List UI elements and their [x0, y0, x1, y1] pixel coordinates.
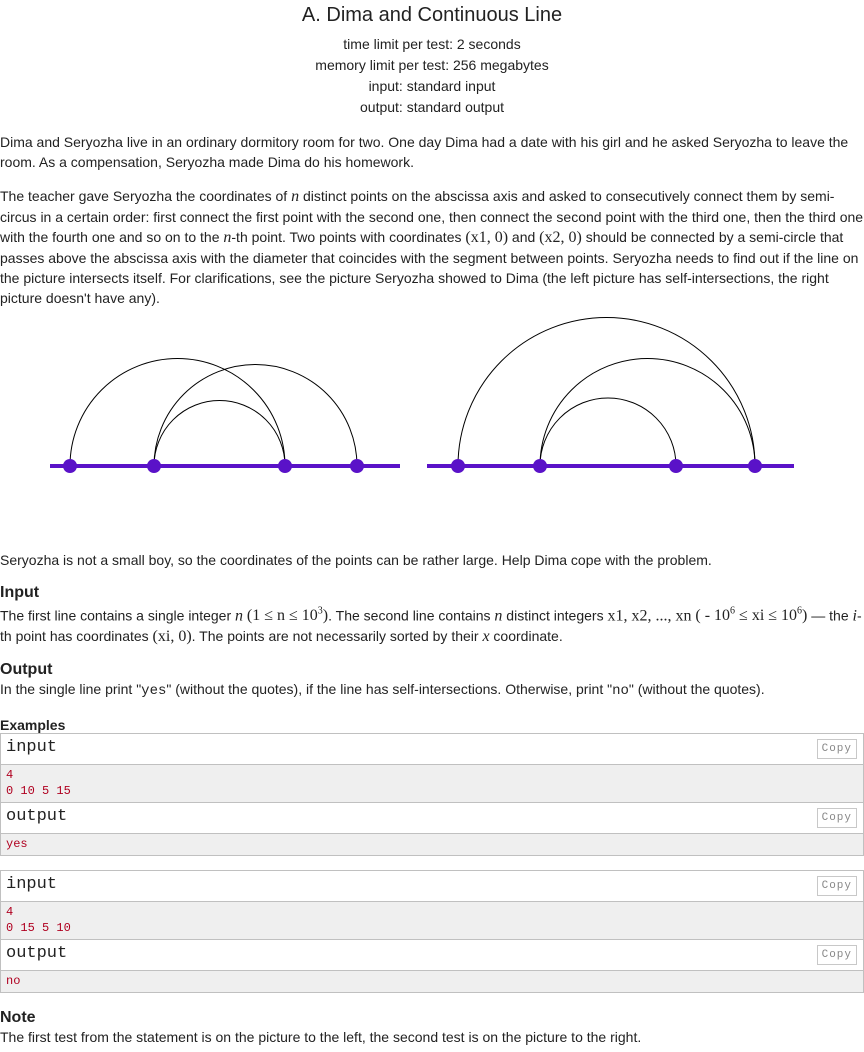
problem-title: A. Dima and Continuous Line [301, 4, 563, 26]
input-title: Input [0, 584, 40, 601]
right-semicircle [457, 317, 756, 467]
left-semicircle [69, 358, 286, 467]
time-limit: time limit per test: 2 seconds [343, 36, 521, 52]
right-point [451, 459, 465, 473]
statement-paragraph-3: Seryozha is not a small boy, so the coor… [0, 552, 712, 568]
example-1-input-text: 4 0 10 5 15 [1, 765, 863, 803]
statement-paragraph-2: The teacher gave Seryozha the coordinate… [0, 186, 864, 308]
example-2-output: output Copy no [1, 940, 863, 994]
example-1: input Copy 4 0 10 5 15 output Copy yes [0, 733, 864, 857]
example-2: input Copy 4 0 15 5 10 output Copy no [0, 870, 864, 994]
coord-1: (x1, 0) [465, 229, 509, 246]
n-constraint: (1 ≤ n ≤ 103) [246, 606, 329, 625]
left-point [63, 459, 77, 473]
left-point [350, 459, 364, 473]
right-point [669, 459, 683, 473]
semicircle-figure [0, 308, 864, 550]
x-constraint: ( - 106 ≤ xi ≤ 106) [695, 606, 808, 625]
left-point [278, 459, 292, 473]
right-point [748, 459, 762, 473]
copy-button[interactable]: Copy [816, 739, 857, 760]
left-point [147, 459, 161, 473]
copy-button[interactable]: Copy [816, 945, 857, 966]
input-label: input [6, 738, 58, 758]
right-semicircle [539, 358, 756, 467]
output-description: In the single line print "yes" (without … [0, 681, 765, 700]
left-semicircle [153, 364, 358, 467]
example-2-input-text: 4 0 15 5 10 [1, 902, 863, 940]
example-1-output: output Copy yes [1, 803, 863, 857]
right-point [533, 459, 547, 473]
problem-header: A. Dima and Continuous Line time limit p… [0, 0, 864, 118]
note-text: The first test from the statement is on … [0, 1029, 642, 1046]
left-semicircle [153, 400, 286, 467]
output-label: output [6, 944, 68, 964]
figure-svg [50, 317, 794, 473]
output-spec: output: standard output [360, 99, 504, 115]
coord-2: (x2, 0) [539, 229, 582, 246]
var-n: n [291, 188, 300, 205]
output-title: Output [0, 661, 53, 679]
copy-button[interactable]: Copy [816, 808, 857, 829]
example-1-output-text: yes [1, 834, 863, 856]
note-title: Note [0, 1009, 36, 1027]
example-2-output-text: no [1, 971, 863, 993]
p2-text-c: -th point. Two points with coordinates [231, 229, 466, 245]
input-spec: input: standard input [368, 78, 496, 94]
sequence: x1, x2, ..., xn [607, 607, 692, 625]
p2-text-a: The teacher gave Seryozha the coordinate… [0, 188, 292, 204]
output-label: output [6, 807, 68, 827]
input-description: The first line contains a single integer… [0, 606, 862, 646]
statement-paragraph-1: Dima and Seryozha live in an ordinary do… [0, 134, 849, 170]
examples-title: Examples [0, 717, 66, 734]
example-1-input: input Copy 4 0 10 5 15 [1, 734, 863, 804]
copy-button[interactable]: Copy [816, 876, 857, 897]
input-label: input [6, 875, 58, 895]
p2-and: and [508, 229, 540, 245]
example-2-input: input Copy 4 0 15 5 10 [1, 871, 863, 941]
right-semicircle [539, 397, 677, 467]
memory-limit: memory limit per test: 256 megabytes [315, 57, 549, 73]
